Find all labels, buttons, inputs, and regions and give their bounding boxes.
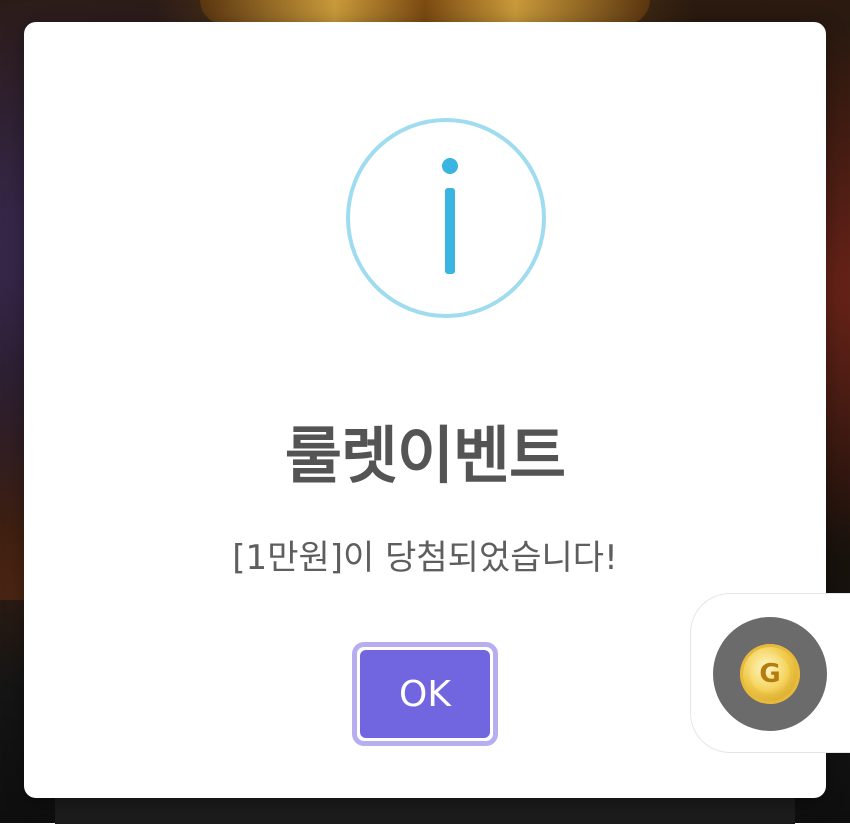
info-icon-stem (445, 188, 455, 274)
ok-button[interactable]: OK (352, 642, 498, 746)
ok-button-label: OK (360, 650, 490, 738)
dialog-title: 룰렛이벤트 (284, 419, 566, 492)
coin-floating-button[interactable]: G (713, 617, 827, 731)
info-icon-dot (442, 158, 458, 174)
gold-coin-icon: G (740, 644, 800, 704)
coin-letter: G (750, 654, 790, 694)
info-icon (346, 118, 546, 318)
dialog-message: [1만원]이 당첨되었습니다! (232, 538, 618, 578)
background-bottom-bar (55, 795, 795, 824)
background-ornament (200, 0, 650, 24)
